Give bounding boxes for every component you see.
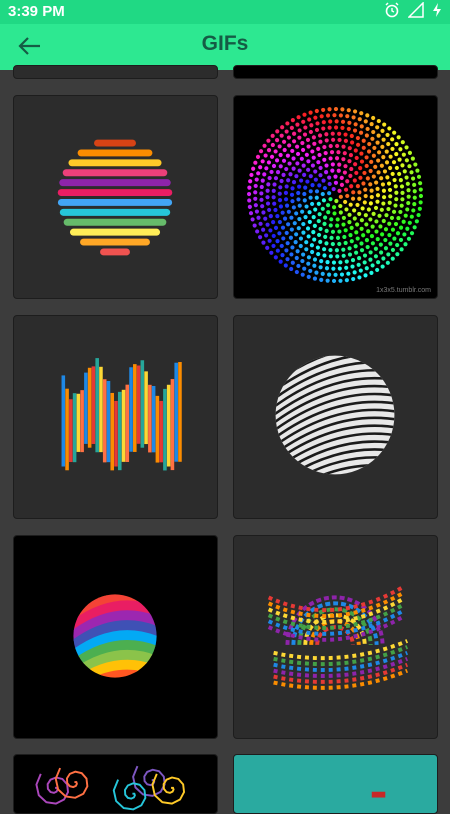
app-bar: GIFs bbox=[0, 24, 450, 70]
gif-card-rainbow-dot-spiral[interactable]: 1x3x5.tumblr.com bbox=[233, 95, 438, 299]
alarm-icon bbox=[385, 2, 399, 18]
gif-card-rainbow-ribbon-ball[interactable] bbox=[13, 535, 218, 739]
gif-card-rainbow-arc-rings[interactable] bbox=[233, 535, 438, 739]
status-bar: 3:39 PM bbox=[0, 0, 450, 24]
fractal-tendrils-image bbox=[35, 765, 186, 811]
teal-panel-image bbox=[371, 791, 386, 798]
gif-card-fractal-tendrils[interactable] bbox=[13, 754, 218, 814]
rainbow-bar-wave-image bbox=[61, 358, 182, 471]
gif-card-black-white-striped-sphere[interactable] bbox=[233, 315, 438, 519]
gif-card-striped-rainbow-sphere[interactable] bbox=[13, 95, 218, 299]
status-time: 3:39 PM bbox=[8, 3, 65, 20]
page-title: GIFs bbox=[201, 32, 249, 55]
black-white-striped-sphere-image bbox=[275, 355, 395, 475]
rainbow-ribbon-ball-image bbox=[73, 594, 157, 678]
striped-rainbow-sphere-image bbox=[57, 139, 173, 256]
gif-credit: 1x3x5.tumblr.com bbox=[376, 287, 431, 294]
signal-icon bbox=[408, 2, 424, 18]
gif-card-teal-panel[interactable] bbox=[233, 754, 438, 814]
gif-card-partial-right[interactable] bbox=[233, 65, 438, 79]
gif-card-rainbow-bar-wave[interactable] bbox=[13, 315, 218, 519]
rainbow-arc-rings-image bbox=[267, 585, 409, 690]
battery-charging-icon bbox=[433, 3, 441, 17]
gif-card-partial-left[interactable] bbox=[13, 65, 218, 79]
rainbow-dot-spiral-image bbox=[246, 106, 424, 284]
